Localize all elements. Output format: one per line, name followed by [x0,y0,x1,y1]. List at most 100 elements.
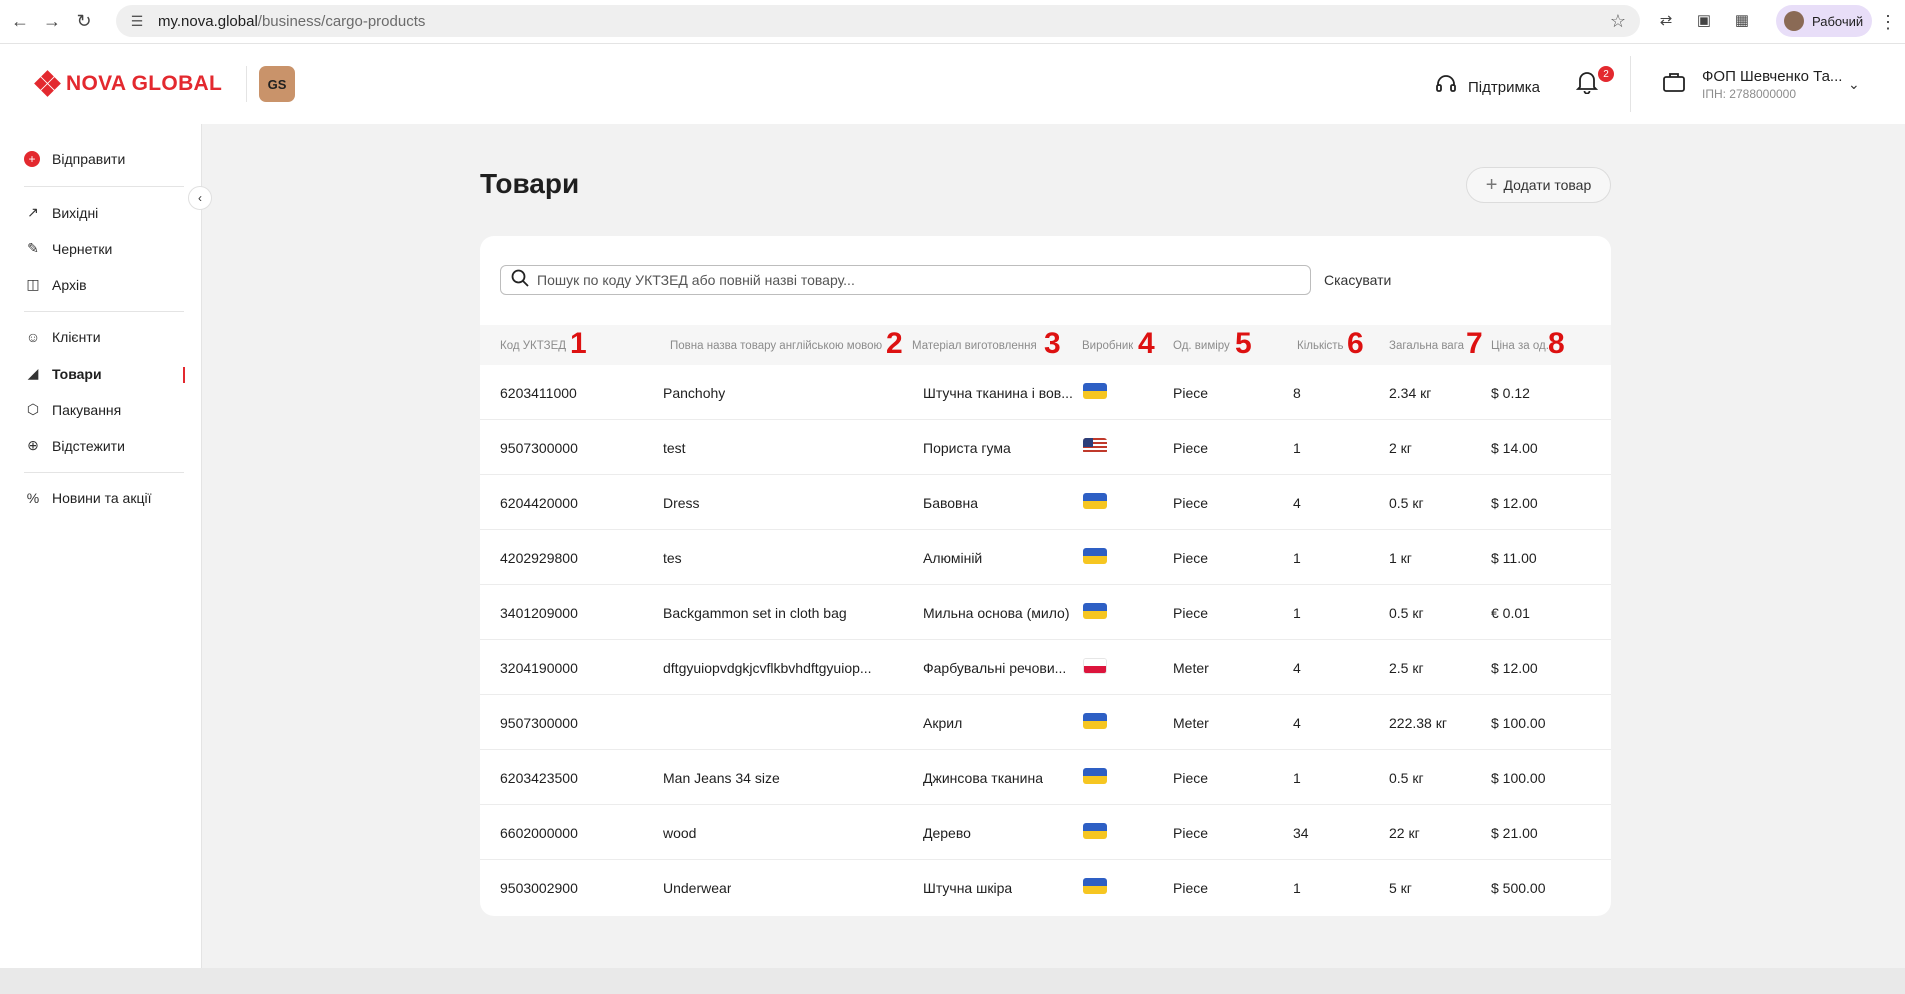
cell-code: 6203411000 [500,385,577,401]
ukraine-flag-icon [1083,603,1107,619]
table-row[interactable]: 9503002900 Underwear Штучна шкіра Piece 1 5 к… [480,860,1611,915]
cell-quantity: 1 [1293,605,1301,621]
chevron-left-icon: ‹ [198,191,202,205]
cell-quantity: 4 [1293,715,1301,731]
sidebar-item-label: Чернетки [52,240,113,257]
table-row[interactable]: 9507300000 Акрил Meter 4 222.38 кг $ 100.00 [480,695,1611,750]
search-box[interactable] [500,265,1311,295]
column-header-unit[interactable]: Од. виміру [1173,340,1230,352]
cell-price: $ 21.00 [1491,825,1538,841]
url-host: my.nova.global [158,12,258,30]
account-switcher[interactable]: ФОП Шевченко Та... ІПН: 2788000000 ⌄ [1662,68,1860,101]
column-header-quantity[interactable]: Кількість [1297,340,1344,352]
sidebar-item-outgoing[interactable]: ↗ Вихідні [24,204,98,221]
column-header-weight[interactable]: Загальна вага [1389,340,1464,352]
cell-material: Акрил [923,715,963,731]
cell-code: 6602000000 [500,825,578,841]
cell-quantity: 34 [1293,825,1309,841]
usa-flag-icon [1083,438,1107,454]
sidebar-item-label: Товари [52,365,102,382]
cell-price: $ 500.00 [1491,880,1546,896]
camera-extension-icon[interactable]: ▣ [1690,6,1718,34]
table-row[interactable]: 6203411000 Panchohy Штучна тканина і вов..… [480,365,1611,420]
table-row[interactable]: 3401209000 Backgammon set in cloth bag Мил… [480,585,1611,640]
sidebar-collapse-button[interactable]: ‹ [188,186,212,210]
add-product-button[interactable]: + Додати товар [1466,167,1611,203]
cell-unit: Piece [1173,385,1209,401]
sidebar-item-packaging[interactable]: ⬡ Пакування [24,401,121,418]
table-row[interactable]: 3204190000 dftgyuiopvdgkjcvflkbvhdftgyuio… [480,640,1611,695]
forward-arrow-icon[interactable]: → [36,6,68,38]
profile-label: Рабочий [1812,13,1864,29]
cell-quantity: 1 [1293,440,1301,456]
cell-quantity: 1 [1293,770,1301,786]
table-row[interactable]: 6602000000 wood Дерево Piece 34 22 кг $ 21.00 [480,805,1611,860]
support-link[interactable]: Підтримка [1434,72,1540,102]
cell-quantity: 4 [1293,495,1301,511]
column-marker: 4 [1138,327,1155,360]
translate-extension-icon[interactable]: ⇄ [1652,6,1680,34]
cell-unit: Piece [1173,770,1209,786]
plus-icon: + [1485,173,1498,196]
cell-name: dftgyuiopvdgkjcvflkbvhdftgyuiop... [663,660,872,676]
sidebar-item-label: Вихідні [52,204,99,221]
reload-icon[interactable]: ↻ [68,6,100,38]
archive-box-icon: ◫ [26,276,40,292]
cell-code: 3204190000 [500,660,578,676]
sidebar: + Відправити ↗ Вихідні ✎ Чернетки ◫ Архі… [0,124,202,968]
browser-menu-icon[interactable]: ⋮ [1876,8,1900,36]
site-settings-icon[interactable]: ☰ [128,12,146,30]
table-row[interactable]: 6203423500 Man Jeans 34 size Джинсова ткан… [480,750,1611,805]
cell-quantity: 1 [1293,880,1301,896]
column-header-name[interactable]: Повна назва товару англійською мовою [670,340,882,352]
profile-button[interactable]: Рабочий [1776,5,1872,37]
sidebar-item-label: Новини та акції [52,490,152,506]
sidebar-item-label: Відправити [52,151,126,167]
table-row[interactable]: 9507300000 test Пориста гума Piece 1 2 кг $ 14… [480,420,1611,475]
cell-name: test [663,440,686,456]
percent-icon: % [26,490,40,506]
column-header-material[interactable]: Матеріал виготовлення [912,340,1037,352]
search-input[interactable] [537,272,1297,288]
cell-price: $ 11.00 [1491,550,1537,566]
arrow-up-right-icon: ↗ [27,204,39,220]
sidebar-item-drafts[interactable]: ✎ Чернетки [24,240,112,257]
cell-material: Мильна основа (мило) [923,605,1070,621]
sidebar-item-clients[interactable]: ☺ Клієнти [24,329,101,345]
back-arrow-icon[interactable]: ← [4,6,36,38]
sidebar-item-tracking[interactable]: ⊕ Відстежити [24,437,125,454]
cell-price: $ 0.12 [1491,385,1530,401]
search-icon [511,269,529,292]
table-row[interactable]: 6204420000 Dress Бавовна Piece 4 0.5 кг $ 12.0… [480,475,1611,530]
cancel-search-button[interactable]: Скасувати [1324,272,1391,288]
bell-icon[interactable] [1575,70,1599,100]
nova-global-logo[interactable]: NOVA GLOBAL [34,70,222,97]
sidebar-item-send[interactable]: + Відправити [24,151,125,167]
notification-count-badge: 2 [1598,66,1614,82]
sidebar-item-label: Пакування [52,401,122,418]
column-header-code[interactable]: Код УКТЗЕД [500,340,566,352]
extensions-puzzle-icon[interactable]: ▦ [1728,6,1756,34]
browser-toolbar: ← → ↻ ☰ my.nova.global/business/cargo-pr… [0,0,1905,44]
cell-weight: 2 кг [1389,440,1412,456]
company-badge[interactable]: GS [259,66,295,102]
support-label: Підтримка [1468,78,1541,96]
table-row[interactable]: 4202929800 tes Алюміній Piece 1 1 кг $ 11.00 [480,530,1611,585]
crosshair-icon: ⊕ [27,437,39,453]
cell-name: Underwear [663,880,732,896]
app-header: NOVA GLOBAL GS Підтримка 2 ФОП Шевченко … [0,44,1905,124]
cell-unit: Piece [1173,550,1209,566]
address-bar[interactable]: ☰ my.nova.global/business/cargo-products… [116,5,1640,37]
cell-material: Штучна шкіра [923,880,1013,896]
cell-weight: 1 кг [1389,550,1412,566]
table-header: Код УКТЗЕД 1 Повна назва товару англійсь… [480,325,1611,365]
sidebar-item-news[interactable]: % Новини та акції [24,490,152,506]
sidebar-item-archive[interactable]: ◫ Архів [24,276,86,293]
column-header-manufacturer[interactable]: Виробник [1082,340,1133,352]
bookmark-star-icon[interactable]: ☆ [1610,11,1626,32]
cell-weight: 2.34 кг [1389,385,1432,401]
cell-code: 4202929800 [500,550,578,566]
column-header-price[interactable]: Ціна за од. [1491,340,1549,352]
cell-price: $ 100.00 [1491,715,1546,731]
sidebar-item-products[interactable]: ◢ Товари [24,365,102,382]
